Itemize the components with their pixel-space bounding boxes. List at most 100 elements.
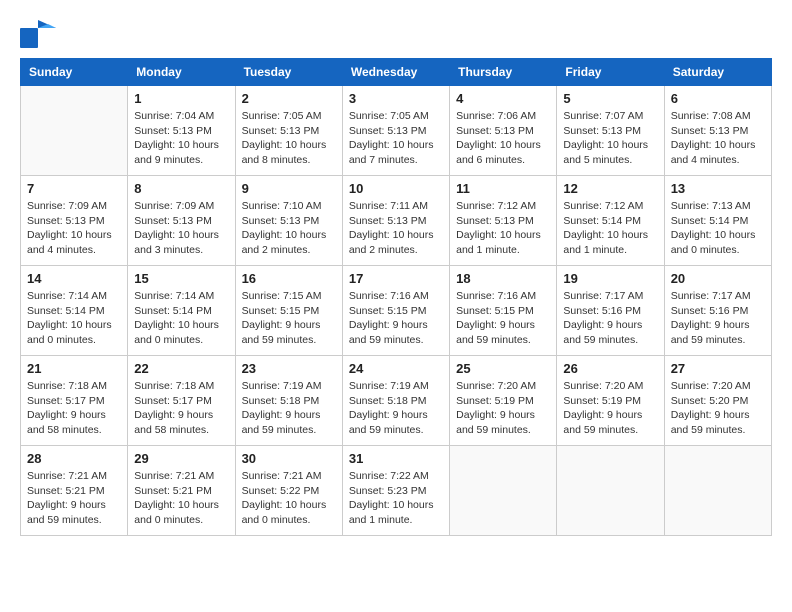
calendar-cell: 26 Sunrise: 7:20 AM Sunset: 5:19 PM Dayli… (557, 356, 664, 446)
calendar-cell: 12 Sunrise: 7:12 AM Sunset: 5:14 PM Dayli… (557, 176, 664, 266)
calendar-week-row: 14 Sunrise: 7:14 AM Sunset: 5:14 PM Dayli… (21, 266, 772, 356)
logo (20, 20, 60, 48)
day-detail: Sunrise: 7:19 AM Sunset: 5:18 PM Dayligh… (349, 379, 443, 438)
calendar-cell: 1Sunrise: 7:04 AM Sunset: 5:13 PM Daylig… (128, 86, 235, 176)
day-number: 16 (242, 271, 336, 286)
day-number: 28 (27, 451, 121, 466)
day-number: 13 (671, 181, 765, 196)
calendar-cell: 8 Sunrise: 7:09 AM Sunset: 5:13 PM Daylig… (128, 176, 235, 266)
day-number: 4 (456, 91, 550, 106)
calendar-cell (557, 446, 664, 536)
calendar-cell: 29 Sunrise: 7:21 AM Sunset: 5:21 PM Dayli… (128, 446, 235, 536)
day-number: 22 (134, 361, 228, 376)
day-detail: Sunrise: 7:14 AM Sunset: 5:14 PM Dayligh… (27, 289, 121, 348)
calendar-cell: 24 Sunrise: 7:19 AM Sunset: 5:18 PM Dayli… (342, 356, 449, 446)
calendar-week-row: 21 Sunrise: 7:18 AM Sunset: 5:17 PM Dayli… (21, 356, 772, 446)
calendar-cell: 21 Sunrise: 7:18 AM Sunset: 5:17 PM Dayli… (21, 356, 128, 446)
calendar-cell: 30Sunrise: 7:21 AM Sunset: 5:22 PM Dayli… (235, 446, 342, 536)
calendar-table: SundayMondayTuesdayWednesdayThursdayFrid… (20, 58, 772, 536)
day-number: 7 (27, 181, 121, 196)
day-number: 5 (563, 91, 657, 106)
day-detail: Sunrise: 7:09 AM Sunset: 5:13 PM Dayligh… (134, 199, 228, 258)
day-detail: Sunrise: 7:19 AM Sunset: 5:18 PM Dayligh… (242, 379, 336, 438)
calendar-cell (21, 86, 128, 176)
day-number: 29 (134, 451, 228, 466)
day-number: 12 (563, 181, 657, 196)
day-detail: Sunrise: 7:16 AM Sunset: 5:15 PM Dayligh… (349, 289, 443, 348)
day-number: 14 (27, 271, 121, 286)
day-number: 31 (349, 451, 443, 466)
calendar-cell: 31 Sunrise: 7:22 AM Sunset: 5:23 PM Dayli… (342, 446, 449, 536)
calendar-cell: 11 Sunrise: 7:12 AM Sunset: 5:13 PM Dayli… (450, 176, 557, 266)
calendar-cell: 13 Sunrise: 7:13 AM Sunset: 5:14 PM Dayli… (664, 176, 771, 266)
day-detail: Sunrise: 7:07 AM Sunset: 5:13 PM Dayligh… (563, 109, 657, 168)
day-number: 2 (242, 91, 336, 106)
calendar-cell: 25Sunrise: 7:20 AM Sunset: 5:19 PM Dayli… (450, 356, 557, 446)
day-number: 6 (671, 91, 765, 106)
day-number: 17 (349, 271, 443, 286)
day-number: 11 (456, 181, 550, 196)
day-detail: Sunrise: 7:15 AM Sunset: 5:15 PM Dayligh… (242, 289, 336, 348)
day-detail: Sunrise: 7:05 AM Sunset: 5:13 PM Dayligh… (349, 109, 443, 168)
calendar-cell: 28Sunrise: 7:21 AM Sunset: 5:21 PM Dayli… (21, 446, 128, 536)
weekday-header-saturday: Saturday (664, 59, 771, 86)
day-detail: Sunrise: 7:17 AM Sunset: 5:16 PM Dayligh… (671, 289, 765, 348)
calendar-week-row: 28 Sunrise: 7:21 AM Sunset: 5:21 PM Dayli… (21, 446, 772, 536)
weekday-header-wednesday: Wednesday (342, 59, 449, 86)
calendar-cell (664, 446, 771, 536)
weekday-header-tuesday: Tuesday (235, 59, 342, 86)
day-detail: Sunrise: 7:18 AM Sunset: 5:17 PM Dayligh… (27, 379, 121, 438)
day-number: 8 (134, 181, 228, 196)
day-detail: Sunrise: 7:12 AM Sunset: 5:13 PM Dayligh… (456, 199, 550, 258)
day-detail: Sunrise: 7:14 AM Sunset: 5:14 PM Dayligh… (134, 289, 228, 348)
day-number: 1 (134, 91, 228, 106)
calendar-cell: 19 Sunrise: 7:17 AM Sunset: 5:16 PM Dayli… (557, 266, 664, 356)
day-detail: Sunrise: 7:21 AM Sunset: 5:21 PM Dayligh… (134, 469, 228, 528)
weekday-header-friday: Friday (557, 59, 664, 86)
day-detail: Sunrise: 7:20 AM Sunset: 5:19 PM Dayligh… (456, 379, 550, 438)
day-number: 19 (563, 271, 657, 286)
day-detail: Sunrise: 7:13 AM Sunset: 5:14 PM Dayligh… (671, 199, 765, 258)
day-detail: Sunrise: 7:08 AM Sunset: 5:13 PM Dayligh… (671, 109, 765, 168)
day-detail: Sunrise: 7:21 AM Sunset: 5:22 PM Dayligh… (242, 469, 336, 528)
day-detail: Sunrise: 7:09 AM Sunset: 5:13 PM Dayligh… (27, 199, 121, 258)
day-number: 21 (27, 361, 121, 376)
day-detail: Sunrise: 7:20 AM Sunset: 5:19 PM Dayligh… (563, 379, 657, 438)
calendar-cell: 9Sunrise: 7:10 AM Sunset: 5:13 PM Daylig… (235, 176, 342, 266)
day-number: 15 (134, 271, 228, 286)
logo-icon (20, 20, 56, 48)
day-number: 3 (349, 91, 443, 106)
calendar-week-row: 7 Sunrise: 7:09 AM Sunset: 5:13 PM Daylig… (21, 176, 772, 266)
weekday-header-monday: Monday (128, 59, 235, 86)
calendar-cell: 27Sunrise: 7:20 AM Sunset: 5:20 PM Dayli… (664, 356, 771, 446)
calendar-cell: 16 Sunrise: 7:15 AM Sunset: 5:15 PM Dayli… (235, 266, 342, 356)
day-detail: Sunrise: 7:11 AM Sunset: 5:13 PM Dayligh… (349, 199, 443, 258)
day-number: 24 (349, 361, 443, 376)
calendar-week-row: 1Sunrise: 7:04 AM Sunset: 5:13 PM Daylig… (21, 86, 772, 176)
day-number: 20 (671, 271, 765, 286)
calendar-cell: 18 Sunrise: 7:16 AM Sunset: 5:15 PM Dayli… (450, 266, 557, 356)
day-detail: Sunrise: 7:20 AM Sunset: 5:20 PM Dayligh… (671, 379, 765, 438)
day-detail: Sunrise: 7:12 AM Sunset: 5:14 PM Dayligh… (563, 199, 657, 258)
day-number: 23 (242, 361, 336, 376)
calendar-cell: 14 Sunrise: 7:14 AM Sunset: 5:14 PM Dayli… (21, 266, 128, 356)
calendar-cell (450, 446, 557, 536)
calendar-cell: 6 Sunrise: 7:08 AM Sunset: 5:13 PM Daylig… (664, 86, 771, 176)
calendar-cell: 15 Sunrise: 7:14 AM Sunset: 5:14 PM Dayli… (128, 266, 235, 356)
calendar-cell: 17 Sunrise: 7:16 AM Sunset: 5:15 PM Dayli… (342, 266, 449, 356)
calendar-cell: 3 Sunrise: 7:05 AM Sunset: 5:13 PM Daylig… (342, 86, 449, 176)
day-number: 18 (456, 271, 550, 286)
day-number: 9 (242, 181, 336, 196)
weekday-header-row: SundayMondayTuesdayWednesdayThursdayFrid… (21, 59, 772, 86)
weekday-header-sunday: Sunday (21, 59, 128, 86)
calendar-cell: 5 Sunrise: 7:07 AM Sunset: 5:13 PM Daylig… (557, 86, 664, 176)
page-header (20, 20, 772, 48)
weekday-header-thursday: Thursday (450, 59, 557, 86)
day-number: 26 (563, 361, 657, 376)
day-detail: Sunrise: 7:16 AM Sunset: 5:15 PM Dayligh… (456, 289, 550, 348)
day-detail: Sunrise: 7:17 AM Sunset: 5:16 PM Dayligh… (563, 289, 657, 348)
day-detail: Sunrise: 7:22 AM Sunset: 5:23 PM Dayligh… (349, 469, 443, 528)
day-detail: Sunrise: 7:06 AM Sunset: 5:13 PM Dayligh… (456, 109, 550, 168)
day-detail: Sunrise: 7:18 AM Sunset: 5:17 PM Dayligh… (134, 379, 228, 438)
calendar-cell: 10Sunrise: 7:11 AM Sunset: 5:13 PM Dayli… (342, 176, 449, 266)
